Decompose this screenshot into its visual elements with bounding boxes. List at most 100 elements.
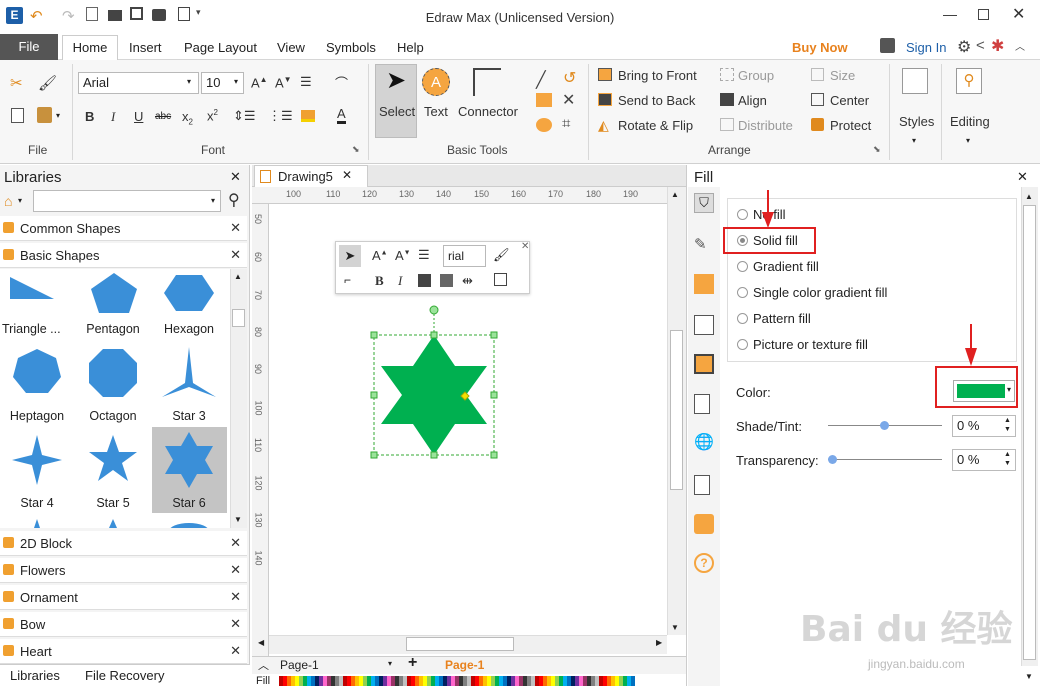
octagon-shape-icon[interactable] xyxy=(89,349,137,397)
connector-tool-icon[interactable] xyxy=(473,68,501,96)
print-icon[interactable] xyxy=(152,9,166,21)
connector-tool-label[interactable]: Connector xyxy=(458,104,518,119)
scroll-right-icon[interactable]: ▶ xyxy=(656,638,662,647)
file-menu[interactable]: File xyxy=(0,34,58,60)
comment-icon[interactable] xyxy=(694,514,714,534)
font-color-icon[interactable]: A xyxy=(337,107,346,124)
library-search-dropdown-icon[interactable]: ▾ xyxy=(211,196,215,205)
text-tool-icon[interactable]: A xyxy=(422,68,450,96)
settings-icon[interactable]: ⚙ xyxy=(957,37,971,57)
library-home-icon[interactable]: ⌂ xyxy=(4,193,12,209)
scroll-up-icon[interactable]: ▲ xyxy=(1025,192,1033,201)
palette-swatch[interactable] xyxy=(631,676,635,686)
maximize-button[interactable] xyxy=(978,9,989,20)
minimize-button[interactable]: — xyxy=(943,6,957,22)
buy-now-link[interactable]: Buy Now xyxy=(792,40,848,55)
library-scrollbar[interactable] xyxy=(230,269,247,528)
mini-shrink-font-icon[interactable]: A▼ xyxy=(395,248,411,263)
scroll-down-icon[interactable]: ▼ xyxy=(671,623,679,632)
library-category[interactable]: Heart ✕ xyxy=(0,639,247,664)
properties-icon[interactable] xyxy=(694,394,710,414)
highlight-color-icon[interactable] xyxy=(301,110,315,122)
image-icon[interactable] xyxy=(694,315,714,335)
close-category-icon[interactable]: ✕ xyxy=(230,643,241,659)
line-tool-icon[interactable]: ╱ xyxy=(536,70,546,90)
rotate-handle[interactable] xyxy=(429,305,439,315)
underline-icon[interactable]: U xyxy=(134,109,143,124)
styles-dropdown-icon[interactable]: ▾ xyxy=(912,136,916,145)
italic-icon[interactable]: I xyxy=(111,109,115,125)
note-icon[interactable] xyxy=(694,475,710,495)
customize-icon[interactable]: ▾ xyxy=(196,7,212,23)
mini-style-icon[interactable] xyxy=(494,273,507,286)
line-spacing-list-icon[interactable]: ⇕☰ xyxy=(233,108,256,124)
close-category-icon[interactable]: ✕ xyxy=(230,616,241,632)
arrange-dialog-launcher-icon[interactable]: ⬊ xyxy=(873,144,881,155)
close-category-icon[interactable]: ✕ xyxy=(230,220,241,236)
library-category[interactable]: Basic Shapes ✕ xyxy=(0,243,247,268)
transparency-spinner-icon[interactable]: ▲ ▼ xyxy=(1004,450,1011,468)
paste-icon[interactable] xyxy=(37,107,52,123)
text-align-icon[interactable]: ☰ xyxy=(300,74,312,90)
pattern-fill-label[interactable]: Pattern fill xyxy=(753,311,811,326)
page-select[interactable]: Page-1 xyxy=(280,658,396,672)
picture-fill-radio[interactable] xyxy=(737,339,748,350)
editing-button[interactable]: Editing xyxy=(950,114,990,129)
gradient-fill-radio[interactable] xyxy=(737,261,748,272)
triangle-shape-icon[interactable] xyxy=(10,277,54,299)
fill-icon[interactable]: ⛉ xyxy=(694,193,714,213)
star6-shape[interactable] xyxy=(381,335,487,455)
resize-handle[interactable] xyxy=(370,331,378,339)
tab-insert[interactable]: Insert xyxy=(129,40,162,55)
cross-tool-icon[interactable]: ✕ xyxy=(562,90,575,110)
styles-button[interactable]: Styles xyxy=(899,114,934,129)
mini-back-icon[interactable] xyxy=(440,274,453,287)
mini-connector-icon[interactable]: ⌐ xyxy=(344,273,351,287)
close-libraries-icon[interactable]: ✕ xyxy=(230,169,241,185)
grow-font-icon[interactable]: A▲ xyxy=(251,75,268,90)
editing-dropdown-icon[interactable]: ▾ xyxy=(966,136,970,145)
star5-shape-icon[interactable] xyxy=(89,435,137,481)
shade-spinner-icon[interactable]: ▲ ▼ xyxy=(1004,416,1011,434)
format-painter-icon[interactable]: ✂ xyxy=(10,74,23,92)
resize-handle[interactable] xyxy=(490,391,498,399)
close-fill-panel-icon[interactable]: ✕ xyxy=(1017,169,1028,185)
center-button[interactable]: Center xyxy=(830,93,869,108)
layers-icon[interactable] xyxy=(694,354,714,374)
page-bar-collapse-icon[interactable]: ︿ xyxy=(258,657,269,673)
tab-help[interactable]: Help xyxy=(397,40,424,55)
star3-shape-icon[interactable] xyxy=(162,347,216,397)
pattern-fill-radio[interactable] xyxy=(737,313,748,324)
picture-fill-label[interactable]: Picture or texture fill xyxy=(753,337,868,352)
copy-icon[interactable] xyxy=(11,108,24,123)
hexagon-shape-icon[interactable] xyxy=(164,275,214,311)
mini-grow-font-icon[interactable]: A▲ xyxy=(372,248,388,263)
gradient-fill-label[interactable]: Gradient fill xyxy=(753,259,819,274)
crop-tool-icon[interactable]: ⌗ xyxy=(562,115,570,132)
star4-shape-icon[interactable] xyxy=(12,435,62,485)
vertical-scroll-thumb[interactable] xyxy=(670,330,683,490)
save-icon[interactable] xyxy=(130,7,143,20)
size-button[interactable]: Size xyxy=(830,68,855,83)
apps-icon[interactable]: ✱ xyxy=(991,36,1004,56)
scroll-down-icon[interactable]: ▼ xyxy=(234,515,242,524)
library-search-input[interactable] xyxy=(33,190,221,212)
scroll-up-icon[interactable]: ▲ xyxy=(234,272,242,281)
align-button[interactable]: Align xyxy=(738,93,767,108)
pentagon-shape-icon[interactable] xyxy=(91,273,137,313)
tab-symbols[interactable]: Symbols xyxy=(326,40,376,55)
color-palette[interactable] xyxy=(279,676,635,686)
library-home-dropdown-icon[interactable]: ▾ xyxy=(18,196,22,205)
export-icon[interactable] xyxy=(178,7,190,21)
add-page-icon[interactable]: + xyxy=(408,654,417,672)
font-size-dropdown-icon[interactable]: ▾ xyxy=(234,77,238,86)
new-icon[interactable] xyxy=(86,7,98,21)
fill-panel-scroll-thumb[interactable] xyxy=(1023,205,1036,660)
superscript-icon[interactable]: x2 xyxy=(207,108,218,123)
rotate-flip-button[interactable]: Rotate & Flip xyxy=(618,118,693,133)
mini-bold-icon[interactable]: B xyxy=(375,273,384,289)
close-category-icon[interactable]: ✕ xyxy=(230,589,241,605)
tab-view[interactable]: View xyxy=(277,40,305,55)
arc-tool-icon[interactable]: ↺ xyxy=(563,68,576,88)
mini-font-select[interactable]: rial xyxy=(443,245,486,267)
